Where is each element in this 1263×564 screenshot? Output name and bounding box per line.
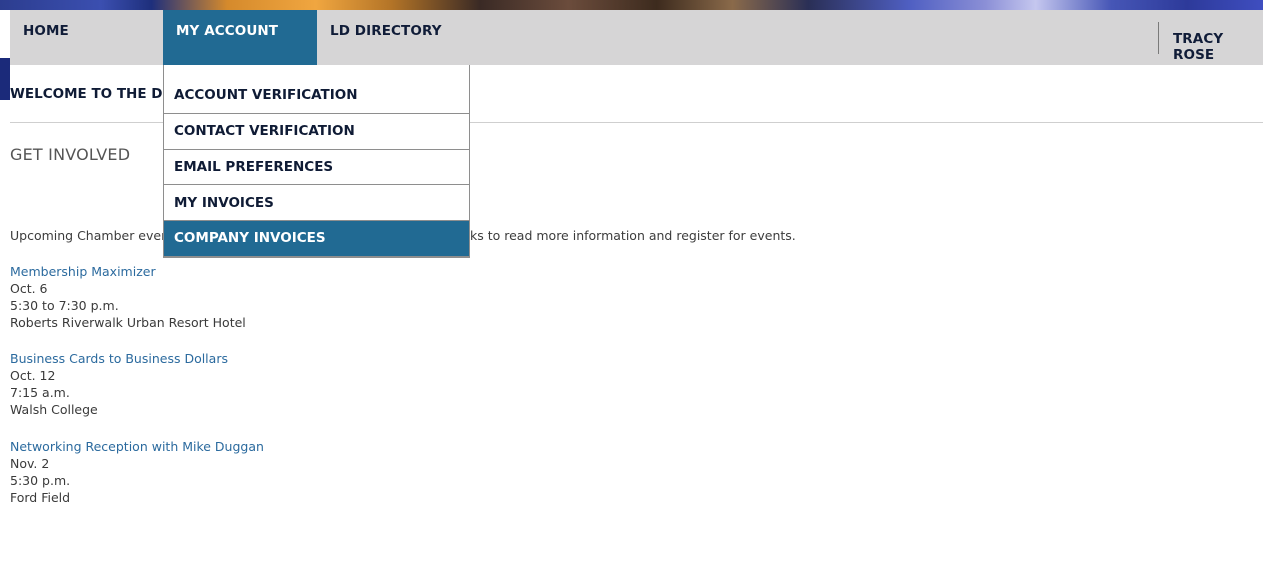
banner-edge-image [0, 58, 10, 100]
event-date: Oct. 12 [10, 368, 56, 383]
event-item: Membership Maximizer Oct. 6 5:30 to 7:30… [10, 263, 246, 331]
event-date: Oct. 6 [10, 281, 48, 296]
event-location: Walsh College [10, 402, 98, 417]
event-link[interactable]: Business Cards to Business Dollars [10, 350, 228, 367]
nav-divider [1158, 22, 1159, 54]
menu-item-my-invoices[interactable]: MY INVOICES [164, 185, 469, 221]
menu-item-account-verification[interactable]: ACCOUNT VERIFICATION [164, 79, 469, 114]
event-location: Roberts Riverwalk Urban Resort Hotel [10, 315, 246, 330]
event-location: Ford Field [10, 490, 71, 505]
event-item: Business Cards to Business Dollars Oct. … [10, 350, 228, 418]
menu-item-company-invoices[interactable]: COMPANY INVOICES [164, 221, 469, 257]
nav-my-account[interactable]: MY ACCOUNT [163, 10, 317, 65]
nav-home[interactable]: HOME [23, 10, 69, 65]
main-nav: HOME MY ACCOUNT LD DIRECTORY TRACY ROSE [10, 10, 1263, 65]
menu-item-email-preferences[interactable]: EMAIL PREFERENCES [164, 150, 469, 185]
user-menu[interactable]: TRACY ROSE [1173, 10, 1263, 65]
event-link[interactable]: Membership Maximizer [10, 263, 246, 280]
event-time: 7:15 a.m. [10, 385, 70, 400]
event-date: Nov. 2 [10, 456, 50, 471]
event-link[interactable]: Networking Reception with Mike Duggan [10, 438, 264, 455]
welcome-heading: WELCOME TO THE DET [10, 86, 181, 102]
intro-text-right: ks to read more information and register… [470, 228, 796, 243]
intro-text-left: Upcoming Chamber event [10, 228, 174, 243]
event-time: 5:30 to 7:30 p.m. [10, 298, 119, 313]
header-banner-image [0, 0, 1263, 10]
event-item: Networking Reception with Mike Duggan No… [10, 438, 264, 506]
event-time: 5:30 p.m. [10, 473, 71, 488]
nav-ld-directory[interactable]: LD DIRECTORY [330, 10, 442, 65]
account-dropdown-menu: ACCOUNT VERIFICATION CONTACT VERIFICATIO… [163, 65, 470, 258]
menu-item-contact-verification[interactable]: CONTACT VERIFICATION [164, 114, 469, 150]
section-title: GET INVOLVED [10, 145, 131, 164]
